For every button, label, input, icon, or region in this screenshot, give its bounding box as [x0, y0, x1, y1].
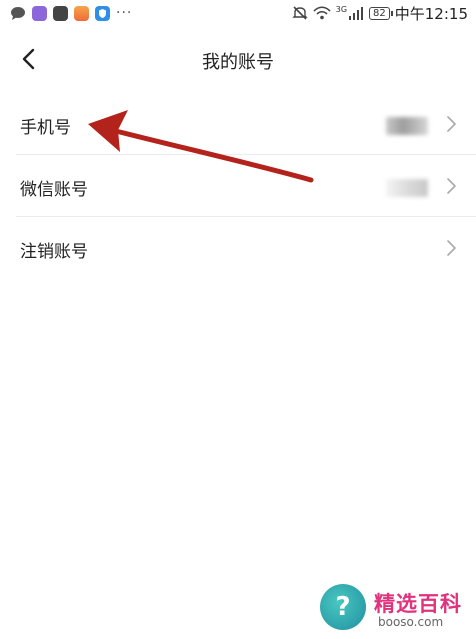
battery-indicator: 82: [369, 6, 393, 20]
network-type-label: 3G: [335, 5, 348, 14]
row-cancel-account[interactable]: 注销账号: [0, 217, 476, 279]
app-purple-icon: [32, 5, 47, 21]
question-mark-logo-icon: ?: [320, 584, 366, 630]
watermark-url: booso.com: [378, 615, 444, 629]
page-header: 我的账号: [0, 34, 476, 86]
wifi-icon: [313, 6, 331, 20]
chat-bubble-icon: [11, 6, 25, 20]
row-label: 手机号: [20, 118, 71, 138]
signal-strength-icon: [349, 7, 364, 20]
phone-number-value-redacted: [386, 117, 428, 135]
row-phone-number[interactable]: 手机号: [0, 93, 476, 155]
wechat-value-redacted: [386, 179, 428, 197]
status-clock: 中午12:15: [394, 4, 468, 23]
app-dark-icon: [53, 5, 68, 21]
mute-icon: [292, 6, 308, 20]
more-notifications-indicator: ···: [116, 5, 133, 21]
watermark: ? 精选百科 booso.com: [318, 580, 468, 635]
shield-app-icon: [95, 5, 110, 21]
page-title: 我的账号: [202, 52, 274, 73]
status-bar-notifications: ···: [10, 5, 132, 21]
chevron-right-icon: [447, 178, 456, 194]
app-orange-icon: [74, 5, 89, 21]
chevron-right-icon: [447, 240, 456, 256]
status-bar-system: 3G 82 中午12:15: [292, 4, 468, 23]
status-bar: ··· 3G 82 中午12:15: [0, 0, 476, 26]
row-wechat-account[interactable]: 微信账号: [0, 155, 476, 217]
row-label: 注销账号: [20, 242, 88, 262]
chevron-right-icon: [447, 116, 456, 132]
row-label: 微信账号: [20, 180, 88, 200]
watermark-brand: 精选百科: [374, 592, 462, 616]
